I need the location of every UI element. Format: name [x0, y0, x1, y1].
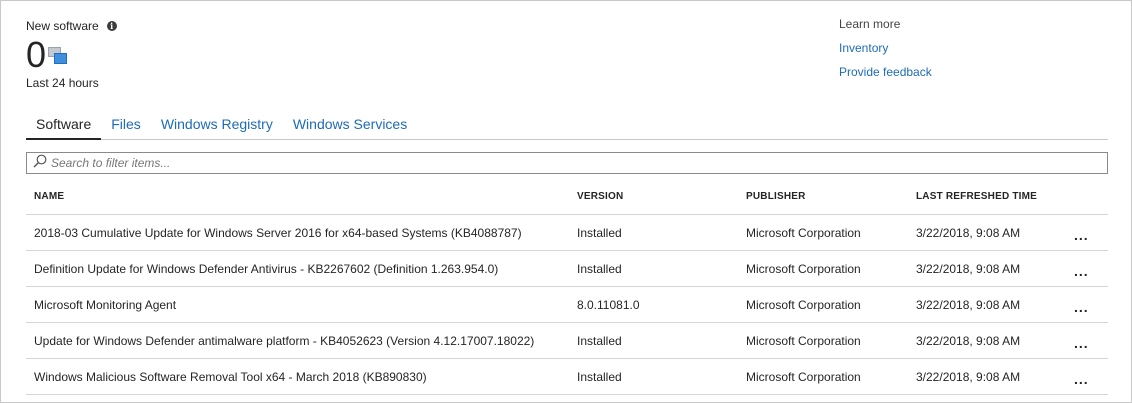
column-header-refreshed[interactable]: LAST REFRESHED TIME	[916, 191, 1074, 202]
table-row[interactable]: 2018-03 Cumulative Update for Windows Se…	[26, 215, 1108, 251]
cell-name: Microsoft Monitoring Agent	[34, 297, 177, 312]
cell-refreshed: 3/22/2018, 9:08 AM	[916, 225, 1021, 240]
table-row[interactable]: Update for Windows Defender antimalware …	[26, 323, 1108, 359]
cell-publisher: Microsoft Corporation	[746, 369, 861, 384]
software-windows-icon	[48, 47, 68, 65]
inventory-link[interactable]: Inventory	[839, 41, 932, 57]
new-software-count: 0	[26, 34, 47, 75]
inventory-tabs: Software Files Windows Registry Windows …	[26, 109, 1108, 140]
time-period-label: Last 24 hours	[26, 76, 99, 90]
cell-refreshed: 3/22/2018, 9:08 AM	[916, 261, 1021, 276]
cell-version: Installed	[577, 333, 622, 348]
cell-name: Windows Malicious Software Removal Tool …	[34, 369, 427, 384]
table-header: NAME VERSION PUBLISHER LAST REFRESHED TI…	[26, 179, 1108, 215]
new-software-label: New software	[26, 19, 99, 33]
table-row[interactable]: Microsoft Monitoring Agent 8.0.11081.0 M…	[26, 287, 1108, 323]
cell-version: Installed	[577, 225, 622, 240]
more-options-icon[interactable]: ...	[1074, 259, 1108, 279]
info-icon[interactable]: i	[106, 21, 117, 31]
more-options-icon[interactable]: ...	[1074, 367, 1108, 387]
cell-name: Update for Windows Defender antimalware …	[34, 333, 535, 348]
tab-files[interactable]: Files	[101, 109, 151, 139]
tab-windows-registry[interactable]: Windows Registry	[151, 109, 283, 139]
help-links: Learn more Inventory Provide feedback	[839, 17, 932, 81]
filter-input[interactable]	[51, 154, 1091, 172]
software-table: NAME VERSION PUBLISHER LAST REFRESHED TI…	[26, 179, 1108, 395]
learn-more-heading: Learn more	[839, 17, 901, 31]
cell-publisher: Microsoft Corporation	[746, 261, 861, 276]
new-software-summary: New software i 0 Last 24 hours	[26, 18, 117, 90]
cell-publisher: Microsoft Corporation	[746, 297, 861, 312]
cell-version: Installed	[577, 369, 622, 384]
cell-refreshed: 3/22/2018, 9:08 AM	[916, 297, 1021, 312]
provide-feedback-link[interactable]: Provide feedback	[839, 65, 932, 81]
tab-windows-services[interactable]: Windows Services	[283, 109, 417, 139]
cell-version: 8.0.11081.0	[577, 297, 640, 312]
filter-box	[26, 152, 1108, 174]
more-options-icon[interactable]: ...	[1074, 295, 1108, 315]
software-inventory-panel: New software i 0 Last 24 hours Learn mor…	[0, 0, 1132, 403]
cell-version: Installed	[577, 261, 622, 276]
tab-software[interactable]: Software	[26, 109, 102, 140]
table-row[interactable]: Windows Malicious Software Removal Tool …	[26, 359, 1108, 395]
more-options-icon[interactable]: ...	[1074, 223, 1108, 243]
more-options-icon[interactable]: ...	[1074, 331, 1108, 351]
column-header-version[interactable]: VERSION	[577, 191, 746, 202]
cell-refreshed: 3/22/2018, 9:08 AM	[916, 369, 1021, 384]
cell-publisher: Microsoft Corporation	[746, 333, 861, 348]
cell-name: 2018-03 Cumulative Update for Windows Se…	[34, 225, 522, 240]
column-header-name[interactable]: NAME	[26, 191, 577, 202]
search-icon	[33, 154, 47, 173]
cell-publisher: Microsoft Corporation	[746, 225, 861, 240]
table-row[interactable]: Definition Update for Windows Defender A…	[26, 251, 1108, 287]
column-header-publisher[interactable]: PUBLISHER	[746, 191, 916, 202]
cell-name: Definition Update for Windows Defender A…	[34, 261, 499, 276]
cell-refreshed: 3/22/2018, 9:08 AM	[916, 333, 1021, 348]
